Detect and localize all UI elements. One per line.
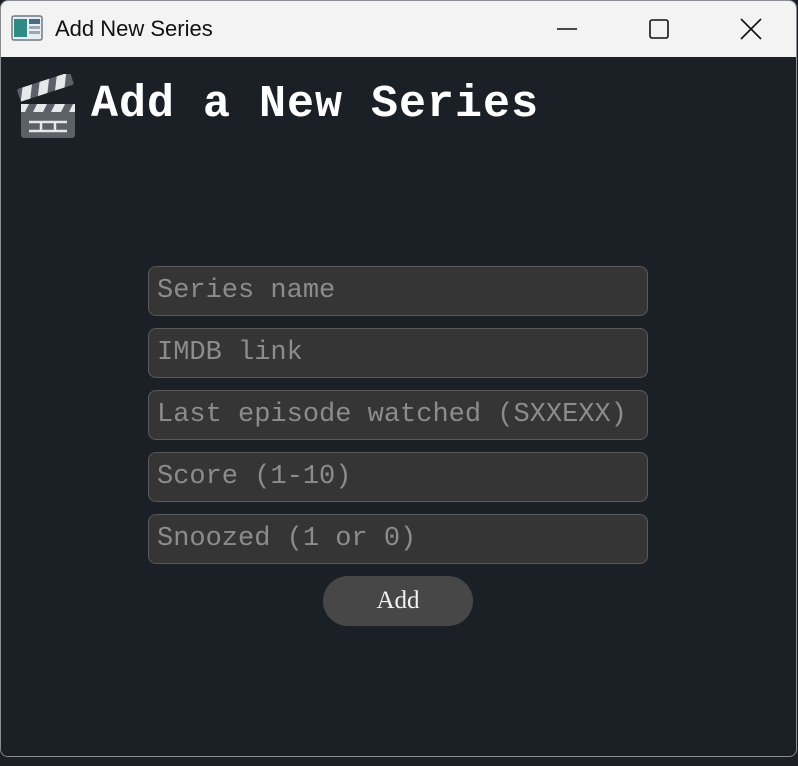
close-icon [740, 18, 762, 40]
app-window: Add New Series Add a New Series Series n… [0, 0, 797, 757]
app-window-icon [11, 15, 43, 41]
imdb-link-input[interactable] [148, 328, 648, 378]
last-episode-input[interactable] [148, 390, 648, 440]
series-name-input[interactable] [148, 266, 648, 316]
title-bar[interactable]: Add New Series [1, 1, 796, 57]
close-button[interactable] [705, 1, 796, 57]
maximize-icon [649, 19, 669, 39]
minimize-button[interactable] [521, 1, 613, 57]
minimize-icon [557, 28, 577, 30]
add-button[interactable]: Add [323, 576, 473, 626]
maximize-button[interactable] [613, 1, 705, 57]
score-input[interactable] [148, 452, 648, 502]
page-title: Add a New Series [91, 79, 540, 130]
clapperboard-icon [17, 74, 75, 138]
snoozed-input[interactable] [148, 514, 648, 564]
main-content: Add a New Series Add [1, 57, 796, 756]
window-title: Add New Series [55, 16, 213, 41]
